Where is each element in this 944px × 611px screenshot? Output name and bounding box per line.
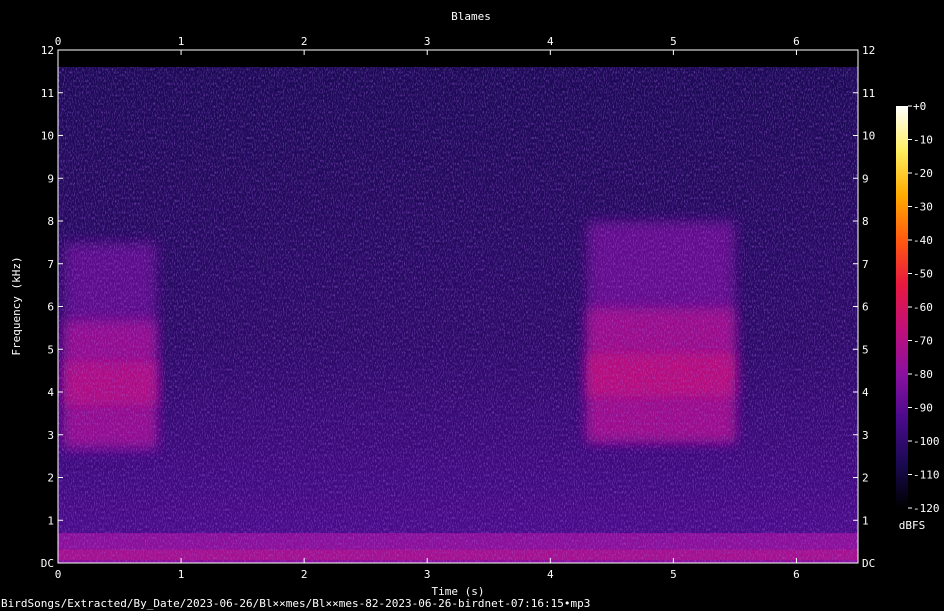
x-tick-label: 6 — [793, 568, 800, 581]
colorbar-tick-label: -110 — [913, 469, 940, 482]
y-tick-label: 5 — [47, 343, 54, 356]
colorbar-tick-label: -80 — [913, 368, 933, 381]
colorbar-tick-label: -50 — [913, 268, 933, 281]
y-tick-label-right: 7 — [862, 258, 869, 271]
colorbar-tick-label: -90 — [913, 402, 933, 415]
colorbar-tick-label: -30 — [913, 201, 933, 214]
x-tick-label: 3 — [424, 568, 431, 581]
x-tick-label: 4 — [547, 568, 554, 581]
file-path-caption: BirdSongs/Extracted/By_Date/2023-06-26/B… — [1, 597, 591, 610]
y-tick-label: 11 — [41, 87, 54, 100]
y-tick-label-right: 3 — [862, 429, 869, 442]
y-tick-label-right: 8 — [862, 215, 869, 228]
colorbar-tick-label: -10 — [913, 134, 933, 147]
y-tick-label: 6 — [47, 301, 54, 314]
colorbar-label: dBFS — [899, 519, 926, 532]
colorbar-tick-label: -20 — [913, 167, 933, 180]
noise-texture — [58, 67, 858, 563]
x-tick-label-top: 3 — [424, 35, 431, 48]
y-tick-label-right: 5 — [862, 343, 869, 356]
x-tick-label-top: 4 — [547, 35, 554, 48]
y-tick-label-right: 6 — [862, 301, 869, 314]
x-tick-label: 5 — [670, 568, 677, 581]
y-tick-label-right: DC — [862, 557, 875, 570]
y-tick-label-right: 10 — [862, 130, 875, 143]
y-tick-label-right: 9 — [862, 172, 869, 185]
x-tick-label: 1 — [178, 568, 185, 581]
colorbar-tick-label: -70 — [913, 335, 933, 348]
y-tick-label: 4 — [47, 386, 54, 399]
spectrogram-chart: 00112233445566DC DC1 12 23 34 45 56 67 78 89 910 10… — [10, 10, 940, 598]
x-tick-label-top: 0 — [55, 35, 62, 48]
colorbar — [896, 106, 908, 508]
y-tick-label: 12 — [41, 44, 54, 57]
y-tick-label-right: 1 — [862, 514, 869, 527]
y-tick-label: 10 — [41, 130, 54, 143]
y-axis-label: Frequency (kHz) — [10, 256, 23, 355]
y-tick-label: 8 — [47, 215, 54, 228]
spectrogram-heatmap — [58, 67, 858, 563]
x-tick-label-top: 6 — [793, 35, 800, 48]
y-tick-label: 1 — [47, 514, 54, 527]
colorbar-tick-label: -100 — [913, 435, 940, 448]
colorbar-tick-label: -60 — [913, 301, 933, 314]
y-tick-label: DC — [41, 557, 54, 570]
x-tick-label-top: 5 — [670, 35, 677, 48]
y-tick-label-right: 11 — [862, 87, 875, 100]
colorbar-tick-label: -120 — [913, 502, 940, 515]
x-tick-label-top: 2 — [301, 35, 308, 48]
x-tick-label: 2 — [301, 568, 308, 581]
chart-title: Blames — [451, 10, 491, 23]
y-tick-label: 9 — [47, 172, 54, 185]
x-tick-label: 0 — [55, 568, 62, 581]
y-tick-label: 3 — [47, 429, 54, 442]
x-tick-label-top: 1 — [178, 35, 185, 48]
colorbar-tick-label: -40 — [913, 234, 933, 247]
y-tick-label: 2 — [47, 472, 54, 485]
colorbar-ticks: +0 -10 -20 -30 -40 -50 -60 -70 -80 -90 -100 -110 -12… — [908, 100, 940, 515]
y-tick-label: 7 — [47, 258, 54, 271]
colorbar-tick-label: +0 — [913, 100, 926, 113]
y-tick-label-right: 12 — [862, 44, 875, 57]
y-tick-label-right: 4 — [862, 386, 869, 399]
y-tick-label-right: 2 — [862, 472, 869, 485]
